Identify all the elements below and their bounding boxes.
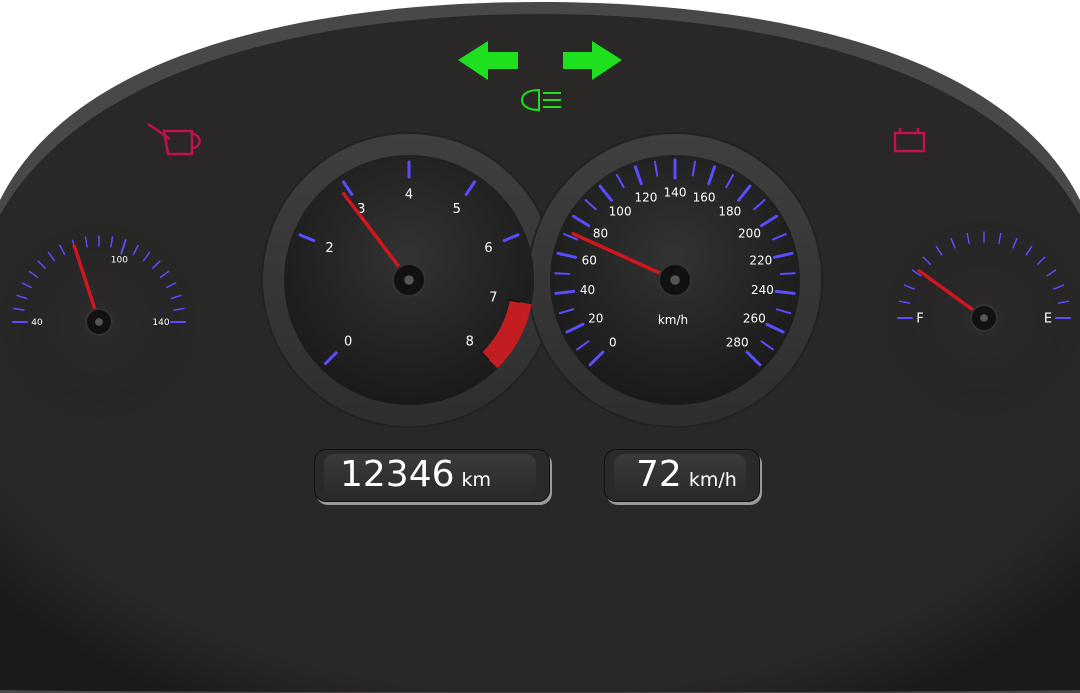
speed-display: 72 km/h <box>604 449 760 502</box>
speed-label: 160 <box>693 190 716 204</box>
instrument-cluster: 40100140 02345678 020406080100120 140 1601… <box>0 2 1080 693</box>
speed-label: 260 <box>743 312 766 326</box>
speed-needle-hub-center <box>670 275 680 285</box>
fuel-label-empty: E <box>1044 312 1052 327</box>
speed-minor-tick <box>779 272 796 276</box>
odometer-display: 12346 km <box>314 449 550 502</box>
speed-label: 240 <box>751 283 774 297</box>
tach-label: 4 <box>405 188 413 203</box>
speed-label: 80 <box>593 227 608 241</box>
speed-unit: km/h <box>688 469 737 491</box>
temp-label: 40 <box>31 318 43 328</box>
tach-needle-hub-center <box>404 275 414 285</box>
odometer-unit: km <box>461 469 492 491</box>
speed-label: 0 <box>609 336 617 350</box>
speed-label: 140 <box>664 185 687 199</box>
speed-label: 220 <box>749 254 772 268</box>
temp-needle-hub-center <box>95 318 103 326</box>
speed-value: 72 <box>636 454 682 495</box>
speed-label: 200 <box>738 227 761 241</box>
speed-label: 180 <box>718 205 741 219</box>
tach-label: 6 <box>484 241 492 256</box>
temp-label: 140 <box>152 318 169 328</box>
speed-minor-tick <box>554 272 571 276</box>
speedometer-unit: km/h <box>658 313 688 327</box>
speed-major-tick <box>554 289 576 295</box>
speed-label: 120 <box>634 190 657 204</box>
tach-label: 7 <box>489 290 497 305</box>
tach-label: 5 <box>453 202 461 217</box>
tach-label: 0 <box>344 334 352 349</box>
fuel-needle-hub-center <box>980 314 988 322</box>
speed-label: 40 <box>580 283 595 297</box>
tach-label: 8 <box>466 334 474 349</box>
speed-major-tick <box>774 289 796 295</box>
speed-label: 100 <box>609 205 632 219</box>
speed-label: 20 <box>588 312 603 326</box>
temp-label: 100 <box>111 255 128 265</box>
speed-label: 280 <box>726 336 749 350</box>
odometer-value: 12346 <box>340 454 455 495</box>
fuel-label-full: F <box>916 312 923 327</box>
tach-label: 2 <box>325 241 333 256</box>
speed-label: 60 <box>582 254 597 268</box>
